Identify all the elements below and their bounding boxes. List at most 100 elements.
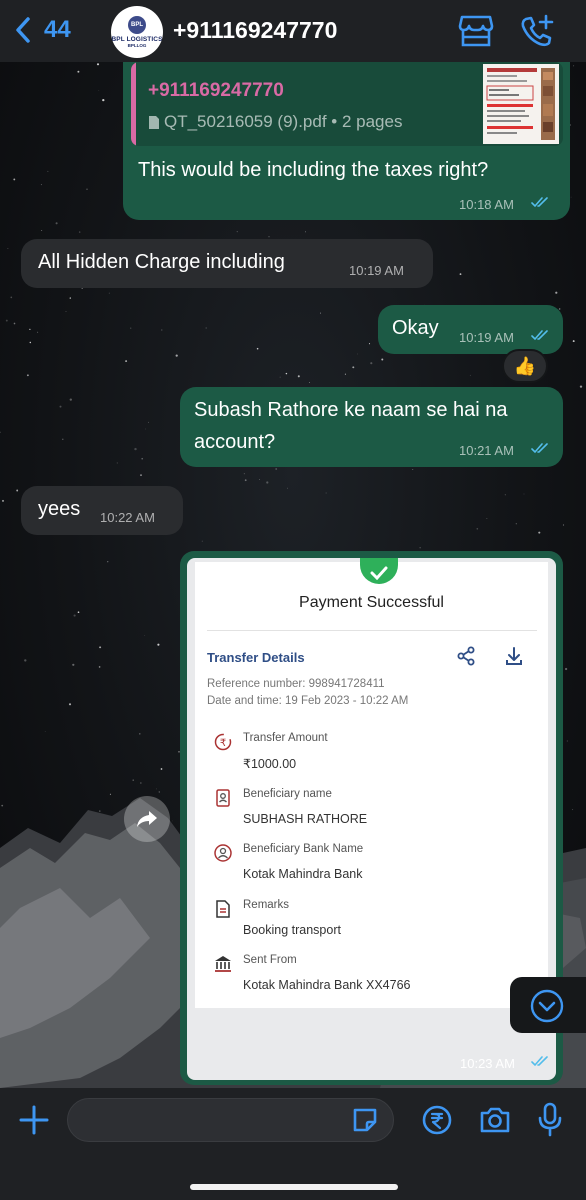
reference-number: Reference number: 998941728411 — [207, 678, 385, 690]
payment-receipt-image[interactable]: Payment Successful Transfer Details Refe… — [187, 558, 556, 1080]
star — [13, 322, 16, 325]
id-card-icon — [216, 789, 230, 807]
star — [297, 375, 300, 378]
star — [86, 188, 88, 190]
star — [107, 561, 109, 563]
star — [134, 447, 137, 451]
row-value: Kotak Mahindra Bank — [243, 867, 363, 881]
scroll-to-bottom-button[interactable] — [510, 977, 586, 1033]
star — [266, 481, 269, 484]
message-time: 10:19 AM — [349, 263, 404, 278]
message-time: 10:19 AM — [459, 330, 514, 345]
star — [381, 358, 384, 361]
star — [130, 327, 132, 329]
message-text-line-2: account? — [194, 431, 276, 453]
contact-name[interactable]: +911169247770 — [173, 17, 337, 44]
star — [24, 659, 27, 662]
receipt-card: Payment Successful Transfer Details Refe… — [195, 558, 548, 1008]
star — [515, 523, 517, 525]
forward-button[interactable] — [124, 796, 170, 842]
quote-file: QT_50216059 (9).pdf • 2 pages — [148, 112, 402, 132]
star — [357, 353, 358, 355]
star — [77, 611, 80, 614]
star — [368, 343, 371, 345]
star — [116, 462, 118, 464]
star — [10, 296, 13, 299]
row-label: Transfer Amount — [243, 732, 328, 744]
transaction-datetime: Date and time: 19 Feb 2023 - 10:22 AM — [207, 695, 409, 707]
star — [579, 385, 583, 388]
pdf-thumbnail — [483, 64, 559, 144]
star — [141, 457, 144, 460]
star — [0, 431, 1, 434]
rupee-transfer-icon: ₹ — [214, 733, 232, 751]
logo-badge: BPL — [128, 16, 146, 34]
row-label: Beneficiary Bank Name — [243, 843, 364, 855]
quoted-message[interactable]: +911169247770 QT_50216059 (9).pdf • 2 pa… — [131, 62, 563, 146]
message-time: 10:21 AM — [459, 443, 514, 458]
sticker-icon[interactable] — [350, 1105, 380, 1135]
message-time: 10:18 AM — [459, 197, 514, 212]
reaction-badge[interactable]: 👍 — [502, 349, 548, 383]
read-ticks-icon — [531, 330, 548, 341]
rupee-payment-icon[interactable] — [421, 1104, 453, 1136]
star — [570, 196, 572, 198]
star — [279, 376, 281, 378]
star — [69, 297, 71, 299]
star — [144, 635, 146, 636]
star — [68, 703, 72, 706]
star — [305, 231, 306, 233]
star — [65, 311, 67, 312]
row-label: Sent From — [243, 954, 297, 966]
star — [285, 372, 288, 375]
star — [275, 468, 278, 470]
svg-text:₹: ₹ — [220, 738, 226, 749]
row-value: ₹1000.00 — [243, 757, 297, 771]
store-icon[interactable] — [458, 14, 494, 48]
star — [2, 499, 4, 502]
star — [77, 70, 80, 73]
star — [572, 340, 575, 343]
star — [412, 469, 414, 470]
star — [29, 341, 32, 344]
message-text: All Hidden Charge including — [38, 251, 285, 273]
message-input[interactable] — [67, 1098, 394, 1142]
star — [523, 493, 525, 495]
quote-file-name: QT_50216059 (9).pdf • 2 pages — [164, 112, 403, 131]
star — [16, 489, 19, 492]
microphone-icon[interactable] — [536, 1101, 564, 1139]
plus-icon[interactable] — [18, 1104, 50, 1136]
star — [5, 319, 8, 322]
bank-user-icon — [214, 844, 232, 862]
star — [566, 740, 568, 742]
star — [98, 90, 100, 91]
download-icon — [506, 647, 522, 665]
star — [69, 398, 72, 401]
add-call-icon[interactable] — [519, 14, 555, 48]
star — [287, 487, 288, 489]
star — [37, 331, 39, 333]
star — [59, 405, 62, 408]
row-label: Beneficiary name — [243, 788, 332, 800]
star — [160, 768, 163, 770]
star — [132, 779, 134, 781]
star — [175, 354, 178, 357]
star — [73, 614, 76, 617]
contact-avatar[interactable]: BPL BPL LOGISTICS BPLLOG — [111, 6, 163, 58]
star — [140, 474, 142, 477]
star — [573, 65, 575, 67]
receipt-divider — [207, 630, 537, 631]
star — [108, 292, 110, 294]
star — [559, 308, 561, 310]
back-button[interactable]: 44 — [14, 16, 71, 44]
camera-icon[interactable] — [478, 1104, 512, 1136]
row-value: Kotak Mahindra Bank XX4766 — [243, 978, 411, 992]
star — [98, 666, 101, 668]
star — [47, 170, 49, 172]
star — [44, 731, 46, 732]
star — [148, 421, 149, 423]
pdf-preview-image — [483, 64, 559, 144]
star — [201, 540, 203, 542]
quote-accent-bar — [131, 62, 136, 146]
star — [370, 362, 373, 365]
